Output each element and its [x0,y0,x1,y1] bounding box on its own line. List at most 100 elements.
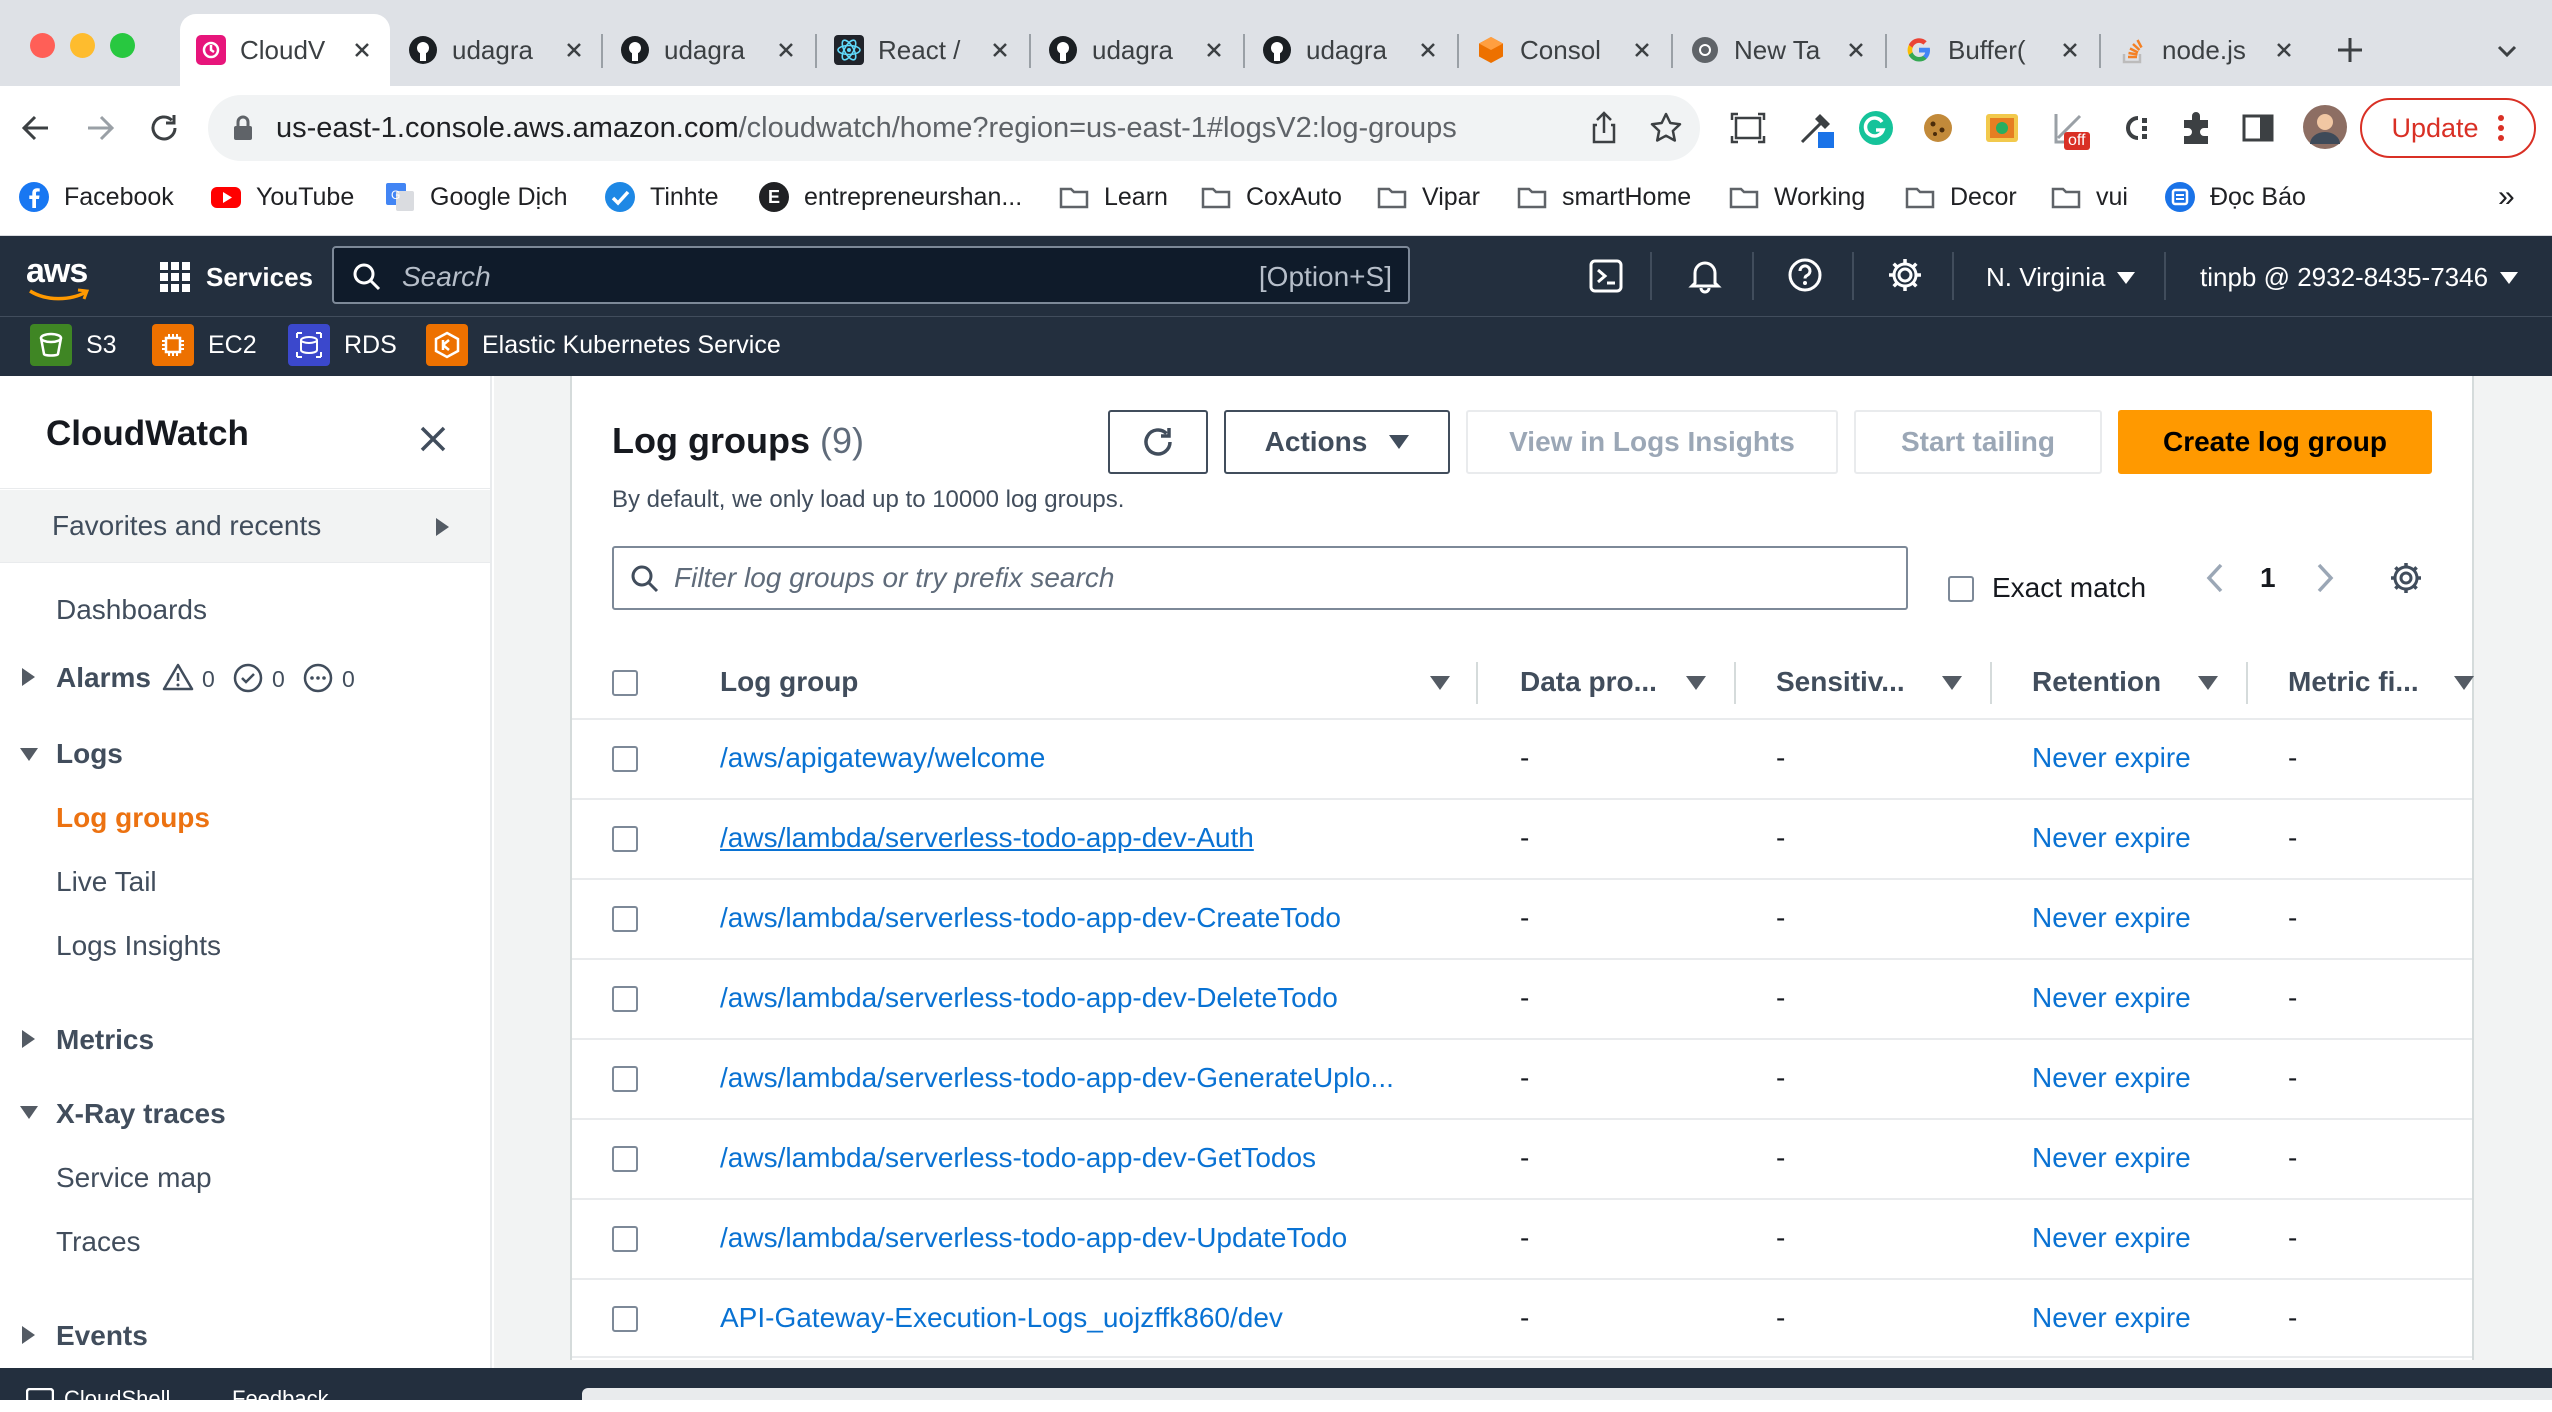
bookmark-facebook[interactable]: Facebook [18,180,174,214]
bookmarks-overflow[interactable]: » [2498,180,2515,214]
favorite-rds[interactable]: RDS [288,322,397,368]
aws-logo[interactable]: aws [26,252,96,301]
help-icon[interactable] [1786,256,1824,294]
retention-link[interactable]: Never expire [2032,742,2191,774]
browser-tab[interactable]: udagra [1246,14,1456,86]
column-divider[interactable] [1476,662,1478,704]
log-group-link[interactable]: /aws/lambda/serverless-todo-app-dev-GetT… [720,1142,1440,1174]
retention-link[interactable]: Never expire [2032,1142,2191,1174]
bookmark-folder-coxauto[interactable]: CoxAuto [1200,180,1342,214]
horizontal-scrollbar[interactable] [582,1388,2552,1400]
close-icon[interactable] [1202,38,1226,62]
maximize-window-button[interactable] [110,33,135,58]
browser-tab[interactable]: Buffer( [1888,14,2098,86]
close-icon[interactable] [1844,38,1868,62]
row-checkbox[interactable] [612,1306,638,1332]
sidebar-item-live-tail[interactable]: Live Tail [56,866,157,898]
close-icon[interactable] [774,38,798,62]
url-text[interactable]: us-east-1.console.aws.amazon.com/cloudwa… [276,112,1457,145]
bookmark-folder-working[interactable]: Working [1728,180,1865,214]
preferences-gear-icon[interactable] [2388,560,2424,596]
sort-caret-icon[interactable] [2198,676,2218,690]
extension-off[interactable]: off [2050,108,2096,156]
log-group-link[interactable]: /aws/lambda/serverless-todo-app-dev-Crea… [720,902,1440,934]
column-header-log-group[interactable]: Log group [720,666,858,698]
sort-caret-icon[interactable] [1942,676,1962,690]
lock-icon[interactable] [232,115,254,141]
minimize-window-button[interactable] [70,33,95,58]
cookie-extension-icon[interactable] [1918,108,1958,148]
caret-right-icon[interactable] [22,668,35,686]
retention-link[interactable]: Never expire [2032,902,2191,934]
row-checkbox[interactable] [612,1146,638,1172]
log-group-link[interactable]: /aws/lambda/serverless-todo-app-dev-Dele… [720,982,1440,1014]
browser-tab[interactable]: New Ta [1674,14,1884,86]
account-menu[interactable]: tinpb @ 2932-8435-7346 [2200,262,2519,293]
exact-match-checkbox[interactable] [1948,576,1974,602]
log-group-link[interactable]: /aws/lambda/serverless-todo-app-dev-Gene… [720,1062,1440,1094]
column-header-data-protection[interactable]: Data pro... [1520,666,1657,698]
side-panel-icon[interactable] [2238,108,2278,148]
close-icon[interactable] [2272,38,2296,62]
profile-avatar[interactable] [2302,104,2348,150]
column-divider[interactable] [1990,662,1992,704]
sort-caret-icon[interactable] [1686,676,1706,690]
sidebar-item-traces[interactable]: Traces [56,1226,141,1258]
bookmark-folder-decor[interactable]: Decor [1904,180,2017,214]
sidebar-item-xray-traces[interactable]: X-Ray traces [56,1098,226,1130]
cloudshell-footer-link[interactable]: CloudShell [64,1386,170,1412]
row-checkbox[interactable] [612,1226,638,1252]
current-page[interactable]: 1 [2260,562,2276,594]
start-tailing-button[interactable]: Start tailing [1854,410,2102,474]
browser-tab[interactable]: udagra [604,14,814,86]
browser-tab[interactable]: udagra [392,14,602,86]
bookmark-entrepreneurshan[interactable]: E entrepreneurshan... [758,180,1022,214]
share-icon[interactable] [1586,110,1622,146]
chevron-right-icon[interactable] [2314,562,2336,594]
extensions-puzzle-icon[interactable] [2176,108,2216,148]
forward-arrow-icon[interactable] [80,108,120,148]
retention-link[interactable]: Never expire [2032,982,2191,1014]
browser-tab-cloudwatch[interactable]: CloudV [180,14,390,86]
close-icon[interactable] [988,38,1012,62]
color-picker-extension-icon[interactable] [1796,108,1836,148]
browser-tab[interactable]: node.js [2102,14,2312,86]
log-group-link[interactable]: API-Gateway-Execution-Logs_uojzffk860/de… [720,1302,1440,1334]
column-header-retention[interactable]: Retention [2032,666,2161,698]
settings-gear-icon[interactable] [1886,256,1924,294]
close-icon[interactable] [1416,38,1440,62]
column-header-sensitive-data[interactable]: Sensitiv... [1776,666,1905,698]
sidebar-item-alarms[interactable]: Alarms [56,662,151,694]
close-icon[interactable] [418,424,448,454]
filter-log-groups[interactable] [612,546,1908,610]
view-in-logs-insights-button[interactable]: View in Logs Insights [1466,410,1838,474]
close-icon[interactable] [350,38,374,62]
sidebar-item-logs-insights[interactable]: Logs Insights [56,930,221,962]
browser-tab[interactable]: React / [818,14,1028,86]
grammarly-icon[interactable] [1856,108,1896,148]
cloudshell-footer-icon[interactable] [26,1388,54,1408]
row-checkbox[interactable] [612,746,638,772]
bookmark-star-icon[interactable] [1648,110,1684,146]
column-divider[interactable] [1734,662,1736,704]
retention-link[interactable]: Never expire [2032,1062,2191,1094]
caret-down-icon[interactable] [20,1106,38,1119]
close-icon[interactable] [2058,38,2082,62]
refresh-button[interactable] [1108,410,1208,474]
sort-caret-icon[interactable] [1430,676,1450,690]
bookmark-doc-bao[interactable]: Đọc Báo [2164,180,2306,214]
reload-icon[interactable] [144,108,184,148]
bookmark-tinhte[interactable]: Tinhte [604,180,719,214]
favorite-eks[interactable]: Elastic Kubernetes Service [426,322,781,368]
column-divider[interactable] [2246,662,2248,704]
sidebar-item-service-map[interactable]: Service map [56,1162,212,1194]
screenshot-extension-icon[interactable] [1728,108,1768,148]
region-selector[interactable]: N. Virginia [1986,262,2136,293]
sidebar-item-events[interactable]: Events [56,1320,148,1352]
sidebar-item-dashboards[interactable]: Dashboards [56,594,207,626]
tab-search-chevron-icon[interactable] [2494,38,2520,64]
select-all-checkbox[interactable] [612,670,638,696]
actions-dropdown[interactable]: Actions [1224,410,1450,474]
row-checkbox[interactable] [612,826,638,852]
filter-input[interactable] [674,548,1894,608]
